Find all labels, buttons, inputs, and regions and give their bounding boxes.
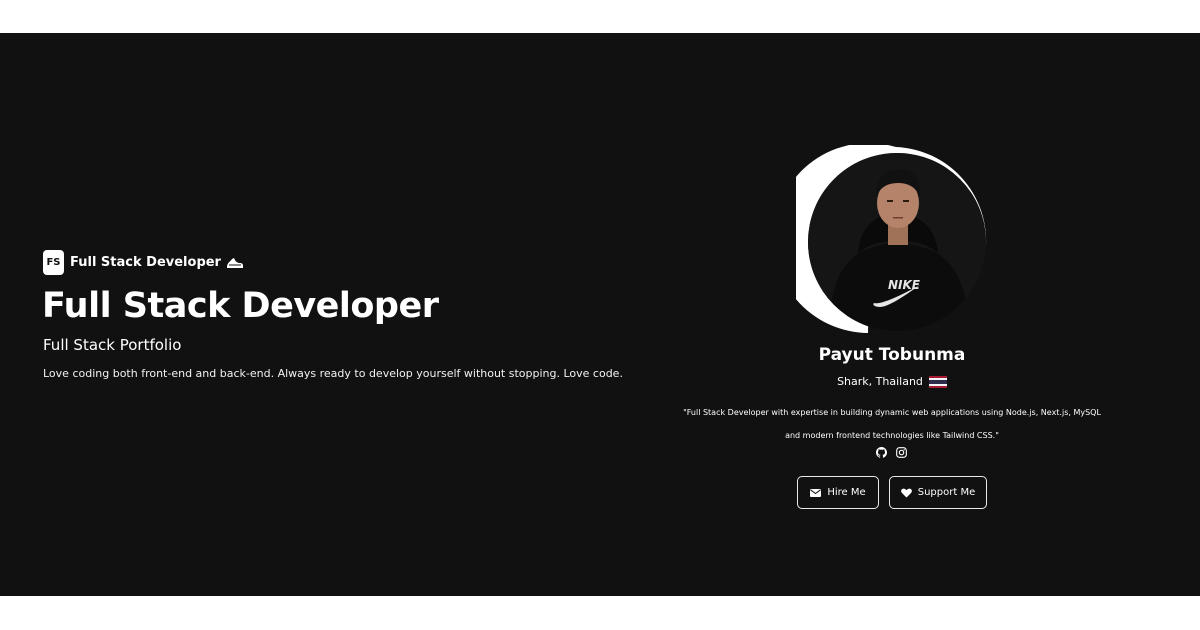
- page-subtitle: Full Stack Portfolio: [43, 336, 182, 354]
- page-description: Love coding both front-end and back-end.…: [43, 367, 623, 380]
- profile-photo: NIKE: [808, 153, 986, 331]
- thailand-flag-icon: [928, 375, 947, 388]
- brand-logo: FS: [43, 250, 64, 275]
- github-icon[interactable]: [876, 447, 887, 458]
- instagram-icon[interactable]: [896, 447, 907, 458]
- page-title: Full Stack Developer: [42, 286, 439, 326]
- hero-section: FS Full Stack Developer Full Stack Devel…: [0, 33, 1200, 596]
- hire-me-button[interactable]: Hire Me: [797, 476, 879, 509]
- svg-text:NIKE: NIKE: [888, 278, 921, 292]
- social-links: [876, 447, 907, 458]
- brand-label: Full Stack Developer: [70, 255, 221, 270]
- profile-bio: "Full Stack Developer with expertise in …: [672, 401, 1112, 447]
- brand: FS Full Stack Developer: [43, 250, 244, 275]
- mail-icon: [810, 488, 822, 497]
- sneaker-icon: [226, 257, 243, 268]
- profile-location: Shark, Thailand: [692, 375, 1092, 388]
- profile-bio-line-2: and modern frontend technologies like Ta…: [785, 431, 999, 440]
- profile-bio-line-1: "Full Stack Developer with expertise in …: [683, 408, 1101, 417]
- avatar: NIKE: [808, 153, 986, 331]
- profile-location-text: Shark, Thailand: [837, 375, 923, 388]
- avatar-frame: NIKE: [796, 145, 992, 337]
- support-me-label: Support Me: [917, 487, 976, 498]
- profile-name: Payut Tobunma: [818, 345, 966, 365]
- support-me-button[interactable]: Support Me: [889, 476, 987, 509]
- hire-me-label: Hire Me: [827, 487, 866, 498]
- heart-icon: [900, 488, 912, 497]
